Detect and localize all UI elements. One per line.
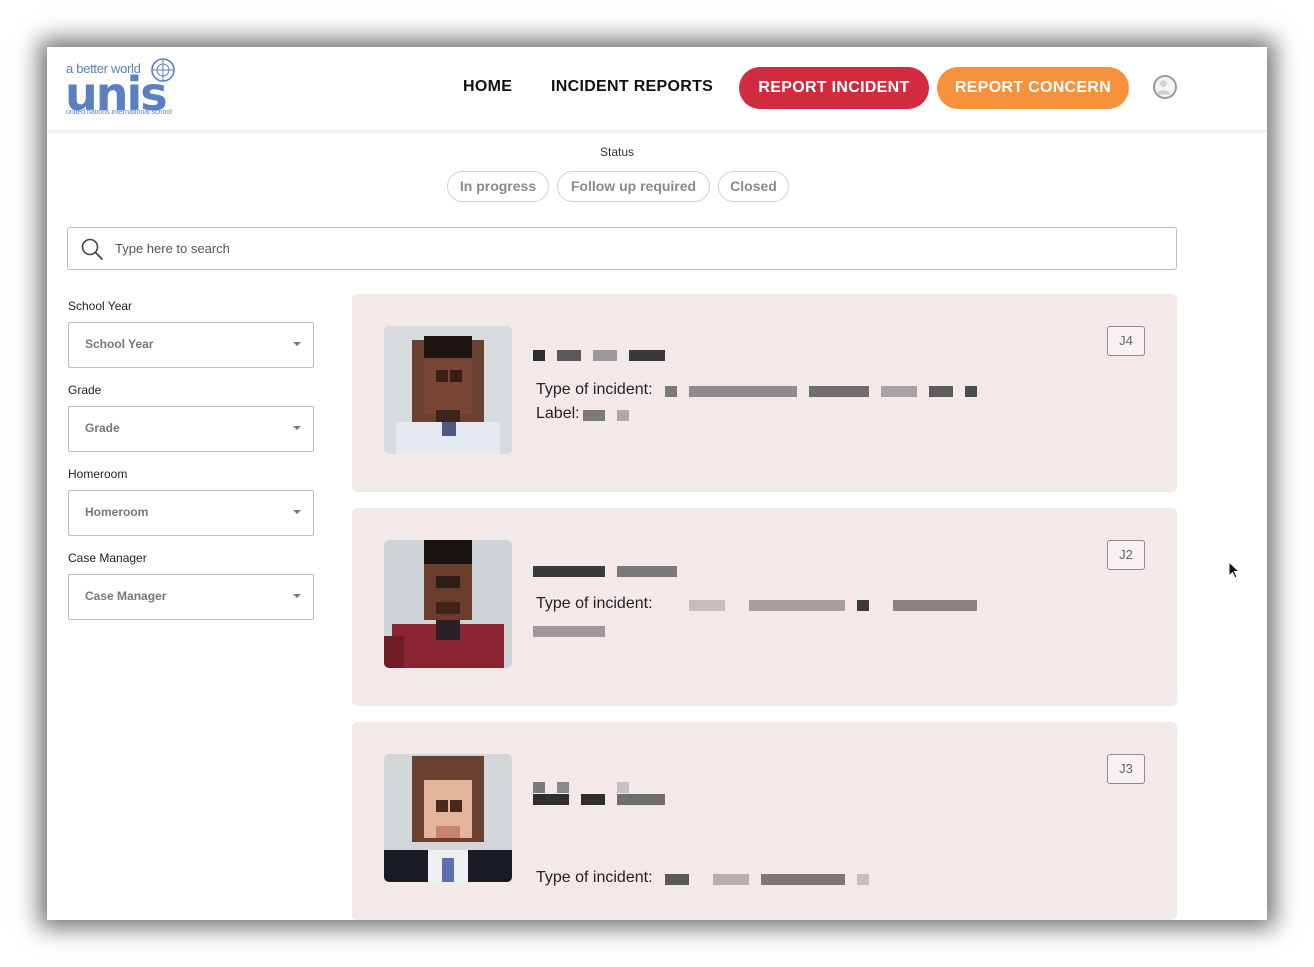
- incident-extra-label: Label:: [536, 405, 580, 422]
- status-chip-follow-up-required[interactable]: Follow up required: [557, 171, 710, 202]
- grade-filter-label: Grade: [68, 383, 102, 397]
- homeroom-select[interactable]: Homeroom: [68, 490, 314, 536]
- school-year-select[interactable]: School Year: [68, 322, 314, 368]
- case-manager-filter-label: Case Manager: [68, 551, 147, 565]
- mouse-pointer-icon: [1228, 561, 1241, 579]
- select-value: Homeroom: [85, 505, 149, 519]
- chevron-down-icon: [293, 426, 301, 430]
- grade-badge: J4: [1107, 326, 1145, 356]
- school-logo[interactable]: a better world unis united nations inter…: [65, 57, 226, 119]
- report-incident-button[interactable]: REPORT INCIDENT: [739, 67, 929, 109]
- status-chip-in-progress[interactable]: In progress: [447, 171, 549, 202]
- incident-type-label: Type of incident:: [536, 381, 653, 398]
- report-concern-button[interactable]: REPORT CONCERN: [937, 67, 1129, 109]
- search-bar: [67, 227, 1177, 270]
- incident-type-label: Type of incident:: [536, 595, 653, 612]
- student-photo: [384, 326, 512, 454]
- nav-home-link[interactable]: HOME: [463, 78, 512, 96]
- grade-badge: J3: [1107, 754, 1145, 784]
- search-input[interactable]: [115, 228, 1165, 269]
- chevron-down-icon: [293, 510, 301, 514]
- incident-card[interactable]: Type of incident: Label: J4: [352, 294, 1177, 492]
- select-value: Grade: [85, 421, 120, 435]
- user-avatar-button[interactable]: [1153, 75, 1177, 99]
- nav-incident-reports-link[interactable]: INCIDENT REPORTS: [551, 78, 713, 96]
- search-icon: [81, 238, 103, 260]
- incident-card[interactable]: Type of incident: J3: [352, 722, 1177, 920]
- incident-type-label: Type of incident:: [536, 869, 653, 886]
- select-value: Case Manager: [85, 589, 167, 603]
- status-filter-label: Status: [600, 145, 635, 159]
- student-photo: [384, 754, 512, 882]
- student-photo: [384, 540, 512, 668]
- select-value: School Year: [85, 337, 154, 351]
- chevron-down-icon: [293, 594, 301, 598]
- chevron-down-icon: [293, 342, 301, 346]
- homeroom-filter-label: Homeroom: [68, 467, 128, 481]
- school-year-filter-label: School Year: [68, 299, 133, 313]
- app-window: a better world unis united nations inter…: [47, 47, 1267, 920]
- logo-subtitle: united nations international school: [66, 109, 172, 116]
- user-icon: [1156, 80, 1170, 95]
- status-chip-closed[interactable]: Closed: [718, 171, 789, 202]
- top-navbar: a better world unis united nations inter…: [47, 47, 1267, 131]
- incident-card[interactable]: Type of incident: J2: [352, 508, 1177, 706]
- grade-select[interactable]: Grade: [68, 406, 314, 452]
- grade-badge: J2: [1107, 540, 1145, 570]
- case-manager-select[interactable]: Case Manager: [68, 574, 314, 620]
